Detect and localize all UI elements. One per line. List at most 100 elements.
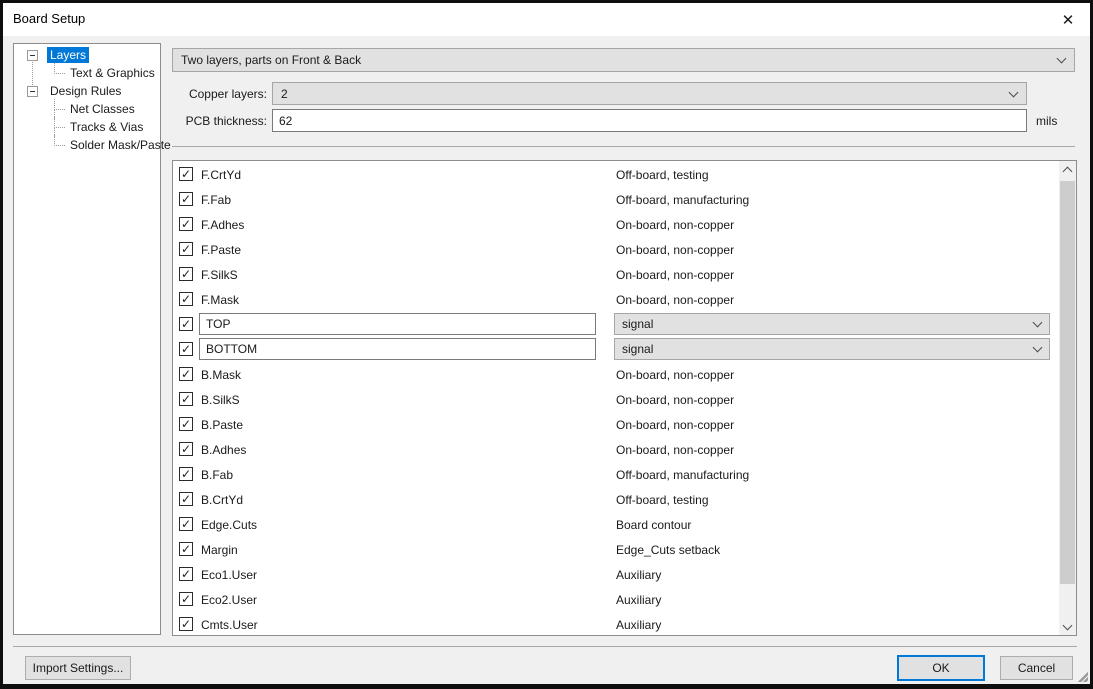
check-icon: ✓ xyxy=(181,268,192,280)
layer-type-value: signal xyxy=(622,317,653,331)
layer-checkbox[interactable]: ✓ xyxy=(179,267,193,281)
check-icon: ✓ xyxy=(181,293,192,305)
layer-checkbox[interactable]: ✓ xyxy=(179,342,193,356)
pcb-thickness-input[interactable] xyxy=(272,109,1027,132)
layer-checkbox[interactable]: ✓ xyxy=(179,517,193,531)
layer-checkbox[interactable]: ✓ xyxy=(179,292,193,306)
layer-row-b-silks: ✓B.SilkSOn-board, non-copper xyxy=(173,387,1076,412)
tree-item-label: Tracks & Vias xyxy=(67,119,146,135)
layer-row-f-silks: ✓ F.SilkS On-board, non-copper xyxy=(173,262,1076,287)
layer-checkbox[interactable]: ✓ xyxy=(179,167,193,181)
tree-item-label: Solder Mask/Paste xyxy=(67,137,174,153)
layer-checkbox[interactable]: ✓ xyxy=(179,542,193,556)
layer-row-edge-cuts: ✓Edge.CutsBoard contour xyxy=(173,512,1076,537)
tree-expander-icon[interactable] xyxy=(27,50,38,61)
ok-button[interactable]: OK xyxy=(897,655,985,681)
layer-description: On-board, non-copper xyxy=(616,268,734,282)
layer-row-eco1-user: ✓Eco1.UserAuxiliary xyxy=(173,562,1076,587)
check-icon: ✓ xyxy=(181,318,192,330)
layer-checkbox[interactable]: ✓ xyxy=(179,417,193,431)
scrollbar-up-icon[interactable] xyxy=(1059,161,1076,178)
layer-description: On-board, non-copper xyxy=(616,243,734,257)
tree-item-tracks-vias[interactable]: Tracks & Vias xyxy=(14,118,160,136)
check-icon: ✓ xyxy=(181,493,192,505)
layer-checkbox[interactable]: ✓ xyxy=(179,617,193,631)
check-icon: ✓ xyxy=(181,243,192,255)
layer-description: Edge_Cuts setback xyxy=(616,543,720,557)
check-icon: ✓ xyxy=(181,368,192,380)
check-icon: ✓ xyxy=(181,343,192,355)
layer-name-label: F.Fab xyxy=(201,193,231,207)
layer-checkbox[interactable]: ✓ xyxy=(179,367,193,381)
layer-name-label: B.Paste xyxy=(201,418,243,432)
layer-type-select[interactable]: signal xyxy=(614,313,1050,335)
cancel-button[interactable]: Cancel xyxy=(1000,656,1073,680)
layer-checkbox[interactable]: ✓ xyxy=(179,192,193,206)
scrollbar-thumb[interactable] xyxy=(1060,181,1075,584)
layer-description: On-board, non-copper xyxy=(616,218,734,232)
layer-checkbox[interactable]: ✓ xyxy=(179,242,193,256)
copper-layers-value: 2 xyxy=(281,87,288,101)
check-icon: ✓ xyxy=(181,168,192,180)
layer-row-f-fab: ✓F.FabOff-board, manufacturing xyxy=(173,187,1076,212)
layer-description: Auxiliary xyxy=(616,568,661,582)
tree-item-text-graphics[interactable]: Text & Graphics xyxy=(14,64,160,82)
layer-description: Off-board, testing xyxy=(616,168,709,182)
layer-description: Board contour xyxy=(616,518,691,532)
check-icon: ✓ xyxy=(181,618,192,630)
scrollbar-down-icon[interactable] xyxy=(1059,618,1076,635)
copper-layers-label: Copper layers: xyxy=(172,87,267,101)
check-icon: ✓ xyxy=(181,193,192,205)
layer-list-panel: ✓F.CrtYdOff-board, testing✓F.FabOff-boar… xyxy=(172,160,1077,636)
import-settings-button[interactable]: Import Settings... xyxy=(25,656,131,680)
check-icon: ✓ xyxy=(181,468,192,480)
tree-item-label: Net Classes xyxy=(67,101,138,117)
layer-preset-value: Two layers, parts on Front & Back xyxy=(181,53,361,67)
layer-name-label: F.SilkS xyxy=(201,268,238,282)
layer-name-label: F.Adhes xyxy=(201,218,244,232)
check-icon: ✓ xyxy=(181,543,192,555)
check-icon: ✓ xyxy=(181,518,192,530)
layer-type-select[interactable]: signal xyxy=(614,338,1050,360)
layer-checkbox[interactable]: ✓ xyxy=(179,442,193,456)
layer-row-f-adhes: ✓ F.Adhes On-board, non-copper xyxy=(173,212,1076,237)
layer-description: Auxiliary xyxy=(616,618,661,632)
tree-expander-icon[interactable] xyxy=(27,86,38,97)
copper-layers-select[interactable]: 2 xyxy=(272,82,1027,105)
layer-row-f-paste: ✓F.PasteOn-board, non-copper xyxy=(173,237,1076,262)
layer-checkbox[interactable]: ✓ xyxy=(179,217,193,231)
layer-description: On-board, non-copper xyxy=(616,418,734,432)
check-icon: ✓ xyxy=(181,218,192,230)
layer-name-input[interactable] xyxy=(199,338,596,360)
layer-name-label: B.Mask xyxy=(201,368,241,382)
layer-row-b-mask: ✓B.MaskOn-board, non-copper xyxy=(173,362,1076,387)
tree-item-solder-mask-paste[interactable]: Solder Mask/Paste xyxy=(14,136,160,154)
dialog-content: LayersText & GraphicsDesign RulesNet Cla… xyxy=(3,36,1090,684)
close-icon[interactable]: ✕ xyxy=(1054,7,1082,33)
layer-name-label: B.Fab xyxy=(201,468,233,482)
tree-item-layers[interactable]: Layers xyxy=(14,46,160,64)
vertical-scrollbar[interactable] xyxy=(1059,161,1076,635)
layer-name-label: F.Mask xyxy=(201,293,239,307)
layer-checkbox[interactable]: ✓ xyxy=(179,567,193,581)
footer-divider xyxy=(13,646,1077,647)
resize-grip-icon[interactable] xyxy=(1076,670,1088,682)
layer-checkbox[interactable]: ✓ xyxy=(179,392,193,406)
layer-preset-select[interactable]: Two layers, parts on Front & Back xyxy=(172,48,1075,72)
layer-row-b-adhes: ✓B.AdhesOn-board, non-copper xyxy=(173,437,1076,462)
board-setup-dialog: Board Setup ✕ LayersText & GraphicsDesig… xyxy=(0,0,1093,689)
check-icon: ✓ xyxy=(181,393,192,405)
layer-name-label: B.SilkS xyxy=(201,393,240,407)
layer-checkbox[interactable]: ✓ xyxy=(179,317,193,331)
layer-row-bottom: ✓ signal xyxy=(173,337,1076,362)
check-icon: ✓ xyxy=(181,418,192,430)
layer-checkbox[interactable]: ✓ xyxy=(179,467,193,481)
layer-name-input[interactable] xyxy=(199,313,596,335)
section-divider xyxy=(172,146,1075,147)
check-icon: ✓ xyxy=(181,593,192,605)
layer-checkbox[interactable]: ✓ xyxy=(179,592,193,606)
layer-checkbox[interactable]: ✓ xyxy=(179,492,193,506)
tree-item-design-rules[interactable]: Design Rules xyxy=(14,82,160,100)
tree-item-net-classes[interactable]: Net Classes xyxy=(14,100,160,118)
layer-description: On-board, non-copper xyxy=(616,293,734,307)
